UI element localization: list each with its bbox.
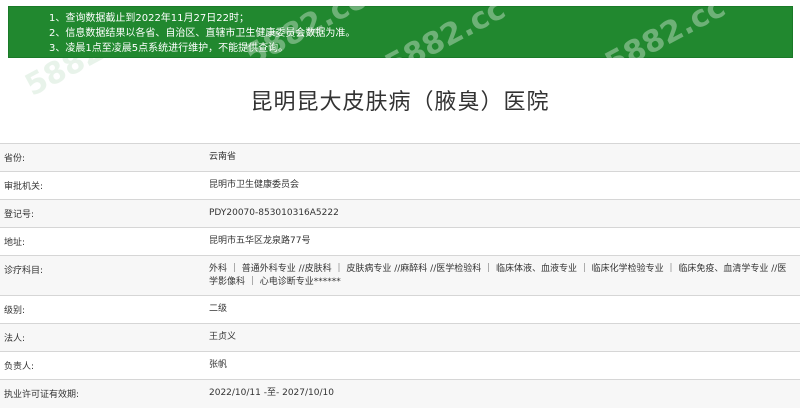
table-row: 执业许可证有效期: 2022/10/11 -至- 2027/10/10 — [0, 379, 800, 408]
row-label: 省份: — [0, 143, 199, 172]
row-value: 张帆 — [199, 351, 800, 380]
row-label: 负责人: — [0, 351, 199, 380]
table-row: 审批机关: 昆明市卫生健康委员会 — [0, 171, 800, 200]
page-title: 昆明昆大皮肤病（腋臭）医院 — [250, 90, 550, 115]
row-value: 昆明市卫生健康委员会 — [199, 171, 800, 200]
notice-line: 2、信息数据结果以各省、自治区、直辖市卫生健康委员会数据为准。 — [49, 28, 356, 39]
notice-line: 3、凌晨1点至凌晨5点系统进行维护，不能提供查询。 — [49, 43, 289, 54]
row-label: 审批机关: — [0, 171, 199, 200]
row-label: 地址: — [0, 227, 199, 256]
table-row: 地址: 昆明市五华区龙泉路77号 — [0, 227, 800, 256]
row-value: 2022/10/11 -至- 2027/10/10 — [199, 379, 800, 408]
table-row: 法人: 王贞义 — [0, 323, 800, 352]
table-row: 诊疗科目: 外科 ｜ 普通外科专业 //皮肤科 ｜ 皮肤病专业 //麻醉科 //… — [0, 255, 800, 296]
row-label: 执业许可证有效期: — [0, 379, 199, 408]
notice-banner: 1、查询数据截止到2022年11月27日22时； 2、信息数据结果以各省、自治区… — [8, 6, 793, 58]
table-row: 级别: 二级 — [0, 295, 800, 324]
row-value: 二级 — [199, 295, 800, 324]
row-label: 级别: — [0, 295, 199, 324]
info-table: 省份: 云南省 审批机关: 昆明市卫生健康委员会 登记号: PDY20070-8… — [0, 143, 800, 408]
table-row: 负责人: 张帆 — [0, 351, 800, 380]
notice-line: 1、查询数据截止到2022年11月27日22时； — [49, 13, 249, 24]
row-value: 王贞义 — [199, 323, 800, 352]
row-label: 登记号: — [0, 199, 199, 228]
row-value: 云南省 — [199, 143, 800, 172]
table-row: 登记号: PDY20070-853010316A5222 — [0, 199, 800, 228]
row-label: 诊疗科目: — [0, 255, 199, 296]
table-row: 省份: 云南省 — [0, 143, 800, 172]
row-label: 法人: — [0, 323, 199, 352]
row-value: 外科 ｜ 普通外科专业 //皮肤科 ｜ 皮肤病专业 //麻醉科 //医学检验科 … — [199, 255, 800, 296]
row-value: PDY20070-853010316A5222 — [199, 199, 800, 228]
row-value: 昆明市五华区龙泉路77号 — [199, 227, 800, 256]
